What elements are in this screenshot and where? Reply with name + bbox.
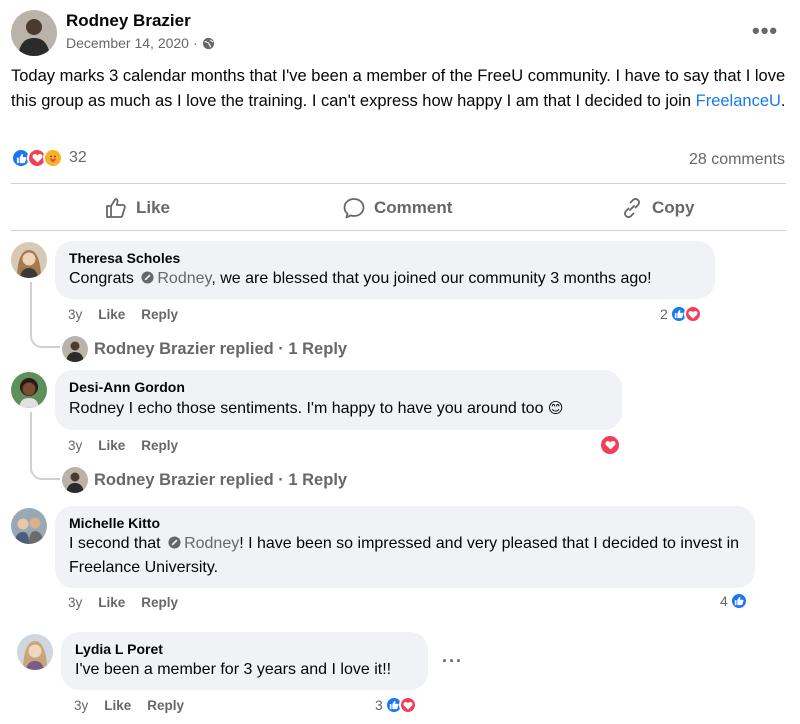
post-link-freelanceu[interactable]: FreelanceU <box>696 92 781 110</box>
comment-like-button[interactable]: Like <box>98 438 125 453</box>
verified-badge-icon <box>168 536 181 549</box>
comment-bubble: Michelle Kitto I second that Rodney! I h… <box>55 506 755 588</box>
view-replies-label: Rodney Brazier replied · 1 Reply <box>94 339 348 358</box>
commenter-name[interactable]: Desi-Ann Gordon <box>69 378 608 396</box>
commenter-name[interactable]: Michelle Kitto <box>69 514 741 532</box>
like-button[interactable]: Like <box>104 196 170 220</box>
post-author-name[interactable]: Rodney Brazier <box>66 11 191 31</box>
post-more-options-button[interactable]: ••• <box>752 20 778 42</box>
comment-age[interactable]: 3y <box>68 595 82 610</box>
comment-text: Rodney I echo those sentiments. I'm happ… <box>69 396 608 421</box>
comment-meta: 3y Like Reply <box>74 698 184 713</box>
comment-reply-button[interactable]: Reply <box>141 307 178 322</box>
post-text-end: . <box>780 92 786 110</box>
avatar-photo <box>11 372 47 408</box>
copy-button[interactable]: Copy <box>620 196 695 220</box>
love-icon <box>599 434 621 456</box>
comment-like-button[interactable]: Like <box>98 307 125 322</box>
link-icon <box>624 198 640 218</box>
comment-age[interactable]: 3y <box>68 307 82 322</box>
commenter-avatar-michelle[interactable] <box>11 508 47 544</box>
comment-age[interactable]: 3y <box>74 698 88 713</box>
love-icon <box>683 305 702 323</box>
comment-meta: 3y Like Reply <box>68 307 178 322</box>
commenter-name[interactable]: Theresa Scholes <box>69 249 701 267</box>
comment-bubble: Lydia L Poret I've been a member for 3 y… <box>61 632 428 690</box>
thumbs-up-icon <box>106 198 126 218</box>
commenter-avatar-lydia[interactable] <box>17 634 53 670</box>
view-replies-label: Rodney Brazier replied · 1 Reply <box>94 470 348 489</box>
avatar-photo <box>11 508 47 544</box>
comment-reactions[interactable]: 2 <box>660 305 702 323</box>
reaction-count: 32 <box>69 149 87 166</box>
reply-thread-line <box>30 282 60 348</box>
post-date[interactable]: December 14, 2020 <box>66 35 189 51</box>
care-icon <box>43 148 63 168</box>
comment-text-part: Congrats <box>69 270 139 287</box>
comment-meta: 3y Like Reply <box>68 595 178 610</box>
mention-rodney[interactable]: Rodney <box>157 270 211 287</box>
comment-age[interactable]: 3y <box>68 438 82 453</box>
comment-bubble: Theresa Scholes Congrats Rodney, we are … <box>55 241 715 299</box>
post-text: Today marks 3 calendar months that I've … <box>11 67 786 110</box>
avatar-photo <box>11 10 57 56</box>
comment-reactions[interactable]: 3 <box>375 696 417 714</box>
comment-text: I second that Rodney! I have been so imp… <box>69 532 741 580</box>
comment-reaction-count: 4 <box>720 593 728 609</box>
globe-icon <box>202 37 214 49</box>
divider-bottom <box>11 230 786 231</box>
avatar-photo <box>17 634 53 670</box>
verified-badge-icon <box>141 271 154 284</box>
comment-bubble: Desi-Ann Gordon Rodney I echo those sent… <box>55 370 622 430</box>
reply-avatar-rodney <box>62 336 88 362</box>
comment-like-button[interactable]: Like <box>98 595 125 610</box>
like-icon <box>729 592 748 610</box>
comment-button-label: Comment <box>374 198 453 217</box>
comment-text-part: Rodney I echo those sentiments. I'm happ… <box>69 400 544 417</box>
comment-meta: 3y Like Reply <box>68 438 178 453</box>
commenter-name[interactable]: Lydia L Poret <box>75 640 414 658</box>
like-button-label: Like <box>136 198 171 217</box>
view-replies-link[interactable]: Rodney Brazier replied · 1 Reply <box>62 467 347 493</box>
comment-text: Congrats Rodney, we are blessed that you… <box>69 267 701 291</box>
comments-count-link[interactable]: 28 comments <box>689 151 785 169</box>
meta-separator: · <box>192 35 198 51</box>
reply-thread-line <box>30 412 60 480</box>
mention-rodney[interactable]: Rodney <box>184 535 239 552</box>
smile-emoji-icon: 😊 <box>547 399 564 417</box>
comment-text-part: I second that <box>69 535 166 552</box>
comment-reactions[interactable] <box>599 434 621 456</box>
comment-button[interactable]: Comment <box>342 196 452 220</box>
comment-reply-button[interactable]: Reply <box>141 438 178 453</box>
comment-reaction-count: 3 <box>375 697 383 713</box>
reply-avatar-rodney <box>62 467 88 493</box>
comment-reaction-count: 2 <box>660 306 668 322</box>
comment-like-button[interactable]: Like <box>104 698 131 713</box>
comment-text-part: , we are blessed that you joined our com… <box>211 270 652 287</box>
comment-reply-button[interactable]: Reply <box>147 698 184 713</box>
comment-text: I've been a member for 3 years and I lov… <box>75 661 392 678</box>
post-reactions[interactable]: 32 <box>11 148 87 168</box>
love-icon <box>398 696 417 714</box>
post-meta: December 14, 2020 · <box>66 35 215 51</box>
comment-bubble-icon <box>343 198 365 219</box>
commenter-avatar-theresa[interactable] <box>11 242 47 278</box>
comment-more-options-button[interactable]: ··· <box>442 652 463 670</box>
commenter-avatar-desi-ann[interactable] <box>11 372 47 408</box>
comment-reactions[interactable]: 4 <box>720 592 748 610</box>
view-replies-link[interactable]: Rodney Brazier replied · 1 Reply <box>62 336 347 362</box>
divider-top <box>11 183 786 184</box>
avatar-photo <box>11 242 47 278</box>
copy-button-label: Copy <box>652 198 695 217</box>
comment-reply-button[interactable]: Reply <box>141 595 178 610</box>
author-avatar[interactable] <box>11 10 57 56</box>
post-body: Today marks 3 calendar months that I've … <box>11 64 791 114</box>
